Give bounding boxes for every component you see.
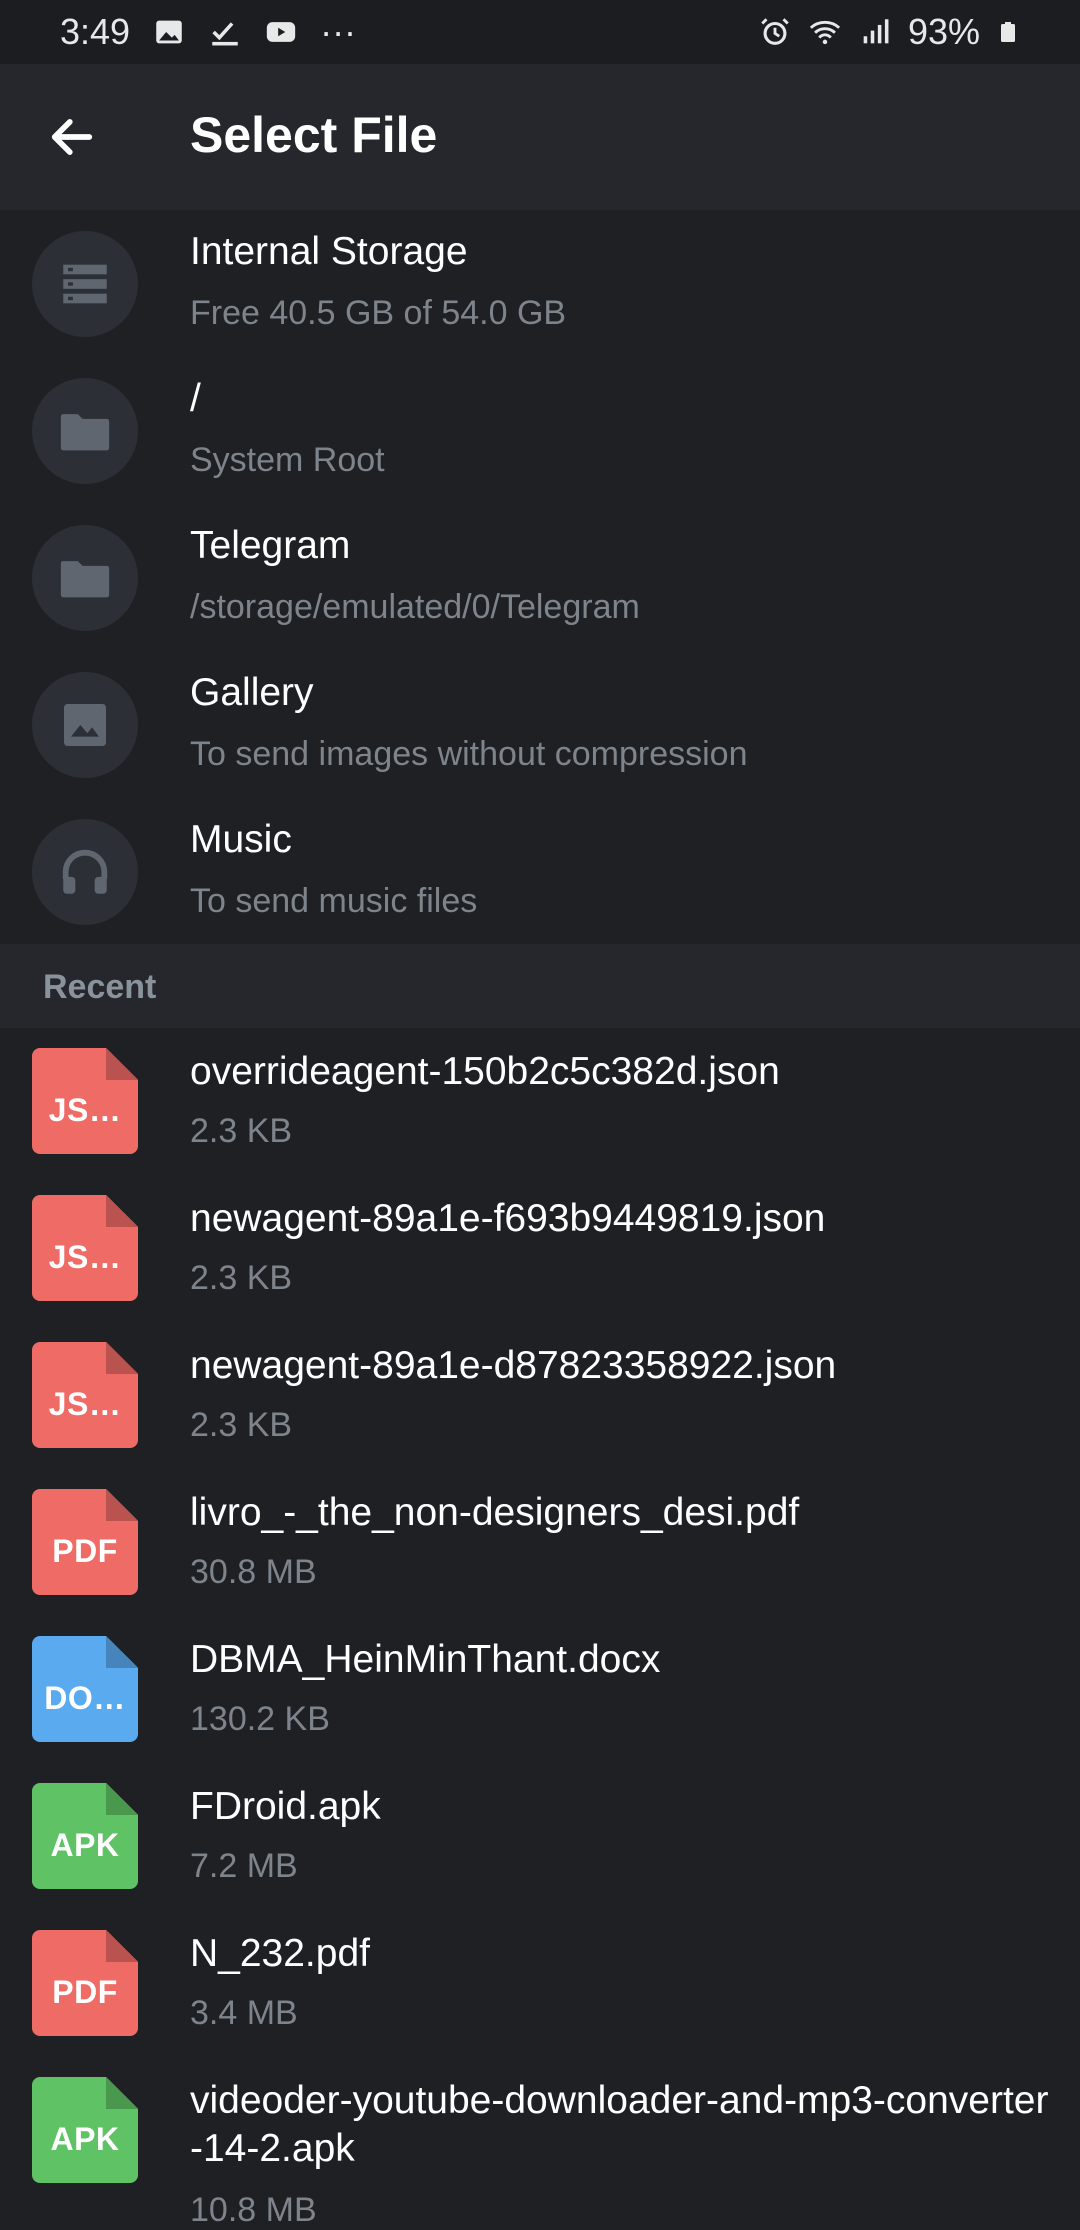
recent-files-list: JS… overrideagent-150b2c5c382d.json 2.3 … <box>0 1028 1080 2229</box>
storage-item-title: Music <box>190 818 292 861</box>
file-ext-label: PDF <box>52 1974 118 2010</box>
status-bar: 3:49 ··· 93% <box>0 0 1080 64</box>
page-title: Select File <box>190 107 438 163</box>
storage-item-telegram[interactable]: Telegram /storage/emulated/0/Telegram <box>0 504 1080 651</box>
more-notifications-indicator: ··· <box>320 11 357 52</box>
battery-percent: 93% <box>907 11 980 52</box>
storage-item-title: / <box>190 377 201 420</box>
youtube-icon <box>266 22 296 42</box>
file-name: newagent-89a1e-d87823358922.json <box>190 1344 837 1387</box>
storage-item-title: Gallery <box>190 671 314 714</box>
file-ext-label: JS… <box>48 1092 122 1128</box>
file-ext-label: APK <box>50 1827 120 1863</box>
file-ext-label: APK <box>50 2121 120 2157</box>
file-row[interactable]: APK videoder-youtube-downloader-and-mp3-… <box>0 2057 1080 2229</box>
storage-list: Internal Storage Free 40.5 GB of 54.0 GB… <box>0 210 1080 945</box>
storage-avatar <box>32 525 138 631</box>
recent-header-label: Recent <box>43 968 157 1006</box>
storage-avatar <box>32 378 138 484</box>
storage-avatar <box>32 231 138 337</box>
file-ext-label: JS… <box>48 1386 122 1422</box>
file-name: DBMA_HeinMinThant.docx <box>190 1638 661 1681</box>
json-file-icon: JS… <box>32 1048 138 1154</box>
storage-icon <box>63 264 107 304</box>
battery-icon <box>1001 22 1015 42</box>
json-file-icon: JS… <box>32 1195 138 1301</box>
json-file-icon: JS… <box>32 1342 138 1448</box>
image-icon <box>64 704 106 746</box>
storage-item-internal[interactable]: Internal Storage Free 40.5 GB of 54.0 GB <box>0 210 1080 357</box>
file-size: 2.3 KB <box>190 1259 293 1297</box>
storage-item-subtitle: Free 40.5 GB of 54.0 GB <box>190 294 567 332</box>
file-ext-label: PDF <box>52 1533 118 1569</box>
file-size: 30.8 MB <box>190 1553 317 1591</box>
status-time: 3:49 <box>60 11 131 52</box>
storage-item-title: Internal Storage <box>190 230 468 273</box>
file-row[interactable]: APK FDroid.apk 7.2 MB <box>0 1763 1080 1910</box>
arrow-left-icon <box>51 119 93 155</box>
storage-item-subtitle: System Root <box>190 441 385 479</box>
file-size: 2.3 KB <box>190 1112 293 1150</box>
recent-section-header: Recent <box>0 944 1080 1028</box>
task-done-icon <box>212 22 238 46</box>
back-button[interactable] <box>30 102 114 172</box>
storage-item-gallery[interactable]: Gallery To send images without compressi… <box>0 651 1080 798</box>
file-ext-label: JS… <box>48 1239 122 1275</box>
alarm-icon <box>761 18 789 45</box>
file-name: overrideagent-150b2c5c382d.json <box>190 1050 780 1093</box>
app-bar: Select File <box>0 64 1080 210</box>
file-name: videoder-youtube-downloader-and-mp3-conv… <box>190 2079 1049 2170</box>
file-size: 3.4 MB <box>190 1994 298 2032</box>
folder-icon <box>60 414 110 451</box>
apk-file-icon: APK <box>32 1783 138 1889</box>
file-row[interactable]: JS… newagent-89a1e-f693b9449819.json 2.3… <box>0 1175 1080 1322</box>
signal-icon <box>863 19 889 44</box>
file-size: 10.8 MB <box>190 2191 317 2229</box>
file-name: livro_-_the_non-designers_desi.pdf <box>190 1491 800 1534</box>
storage-avatar <box>32 819 138 925</box>
pdf-file-icon: PDF <box>32 1489 138 1595</box>
wifi-icon <box>809 20 841 45</box>
file-name: N_232.pdf <box>190 1932 370 1975</box>
storage-item-root[interactable]: / System Root <box>0 357 1080 504</box>
docx-file-icon: DO… <box>32 1636 138 1742</box>
apk-file-icon: APK <box>32 2077 138 2183</box>
storage-item-subtitle: /storage/emulated/0/Telegram <box>190 588 640 626</box>
gallery-notification-icon <box>156 20 182 44</box>
file-row[interactable]: PDF livro_-_the_non-designers_desi.pdf 3… <box>0 1469 1080 1616</box>
file-size: 130.2 KB <box>190 1700 330 1738</box>
storage-item-music[interactable]: Music To send music files <box>0 798 1080 945</box>
storage-item-subtitle: To send images without compression <box>190 735 748 773</box>
file-name: FDroid.apk <box>190 1785 381 1828</box>
file-row[interactable]: JS… overrideagent-150b2c5c382d.json 2.3 … <box>0 1028 1080 1175</box>
file-row[interactable]: PDF N_232.pdf 3.4 MB <box>0 1910 1080 2057</box>
storage-item-subtitle: To send music files <box>190 882 478 920</box>
file-row[interactable]: DO… DBMA_HeinMinThant.docx 130.2 KB <box>0 1616 1080 1763</box>
headphones-icon <box>62 849 108 894</box>
folder-icon <box>60 561 110 598</box>
file-row[interactable]: JS… newagent-89a1e-d87823358922.json 2.3… <box>0 1322 1080 1469</box>
storage-item-title: Telegram <box>190 524 351 567</box>
file-size: 7.2 MB <box>190 1847 298 1885</box>
file-size: 2.3 KB <box>190 1406 293 1444</box>
storage-avatar <box>32 672 138 778</box>
file-ext-label: DO… <box>44 1680 126 1716</box>
pdf-file-icon: PDF <box>32 1930 138 2036</box>
file-name: newagent-89a1e-f693b9449819.json <box>190 1197 826 1240</box>
